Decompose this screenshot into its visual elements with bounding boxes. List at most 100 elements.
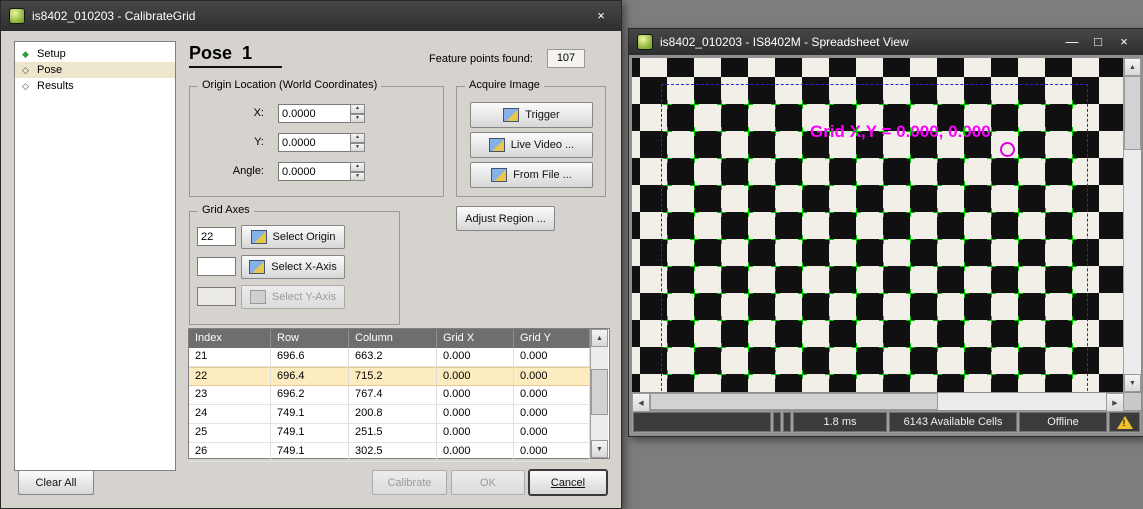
spreadsheet-titlebar[interactable]: is8402_010203 - IS8402M - Spreadsheet Vi… bbox=[629, 29, 1143, 55]
tree-item-pose[interactable]: ◇ Pose bbox=[15, 62, 175, 78]
grid-cross-marker bbox=[1068, 181, 1077, 190]
grid-cross-marker bbox=[798, 370, 807, 379]
spinner-down-icon[interactable]: ▼ bbox=[350, 172, 365, 182]
scroll-left-icon[interactable]: ◀ bbox=[632, 393, 650, 412]
grid-cross-marker bbox=[1014, 208, 1023, 217]
table-cell: 696.2 bbox=[271, 386, 349, 404]
table-row[interactable]: 24 749.1 200.8 0.000 0.000 bbox=[189, 405, 590, 424]
scroll-right-icon[interactable]: ▶ bbox=[1106, 393, 1124, 412]
grid-cross-marker bbox=[1068, 127, 1077, 136]
table-cell: 25 bbox=[189, 424, 271, 442]
grid-cross-marker bbox=[744, 181, 753, 190]
select-x-axis-icon bbox=[249, 260, 265, 274]
grid-cross-marker bbox=[1041, 208, 1050, 217]
vertical-scrollbar[interactable]: ▲ ▼ bbox=[1123, 58, 1141, 392]
from-file-button[interactable]: From File ... bbox=[470, 162, 593, 188]
grid-cross-marker bbox=[852, 100, 861, 109]
table-row[interactable]: 23 696.2 767.4 0.000 0.000 bbox=[189, 386, 590, 405]
scroll-up-icon[interactable]: ▲ bbox=[591, 329, 608, 347]
table-row[interactable]: 21 696.6 663.2 0.000 0.000 bbox=[189, 348, 590, 367]
grid-cross-marker bbox=[1041, 343, 1050, 352]
scrollbar-track[interactable] bbox=[1124, 76, 1141, 374]
button-label: Clear All bbox=[36, 477, 77, 489]
grid-cross-marker bbox=[825, 316, 834, 325]
calibrate-titlebar[interactable]: is8402_010203 - CalibrateGrid × bbox=[1, 1, 621, 31]
grid-cross-marker bbox=[879, 100, 888, 109]
grid-cross-marker bbox=[933, 370, 942, 379]
select-x-axis-button[interactable]: Select X-Axis bbox=[241, 255, 345, 279]
status-segment-time: 1.8 ms bbox=[793, 412, 887, 432]
scroll-up-icon[interactable]: ▲ bbox=[1124, 58, 1141, 76]
tree-item-setup[interactable]: ◆ Setup bbox=[15, 46, 175, 62]
grid-cross-marker bbox=[987, 154, 996, 163]
diamond-icon: ◇ bbox=[22, 62, 32, 78]
horizontal-scrollbar[interactable]: ◀ ▶ bbox=[632, 393, 1124, 410]
warning-icon bbox=[1117, 416, 1133, 429]
angle-spinner: ▲ ▼ bbox=[350, 162, 365, 181]
table-scrollbar[interactable]: ▲ ▼ bbox=[590, 329, 608, 458]
live-video-button[interactable]: Live Video ... bbox=[470, 132, 593, 158]
spinner-up-icon[interactable]: ▲ bbox=[350, 104, 365, 114]
grid-cross-marker bbox=[663, 127, 672, 136]
maximize-icon[interactable]: □ bbox=[1086, 32, 1110, 52]
spreadsheet-body: Grid X,Y = 0.000, 0.000 ▲ ▼ ◀ ▶ bbox=[629, 55, 1143, 436]
minimize-icon[interactable]: — bbox=[1060, 32, 1084, 52]
grid-cross-marker bbox=[1068, 370, 1077, 379]
scrollbar-thumb[interactable] bbox=[591, 369, 608, 415]
table-row-selected[interactable]: 22 696.4 715.2 0.000 0.000 bbox=[189, 367, 590, 386]
grid-cross-marker bbox=[798, 289, 807, 298]
close-icon[interactable]: × bbox=[1112, 32, 1136, 52]
grid-cross-marker bbox=[852, 289, 861, 298]
clear-all-button[interactable]: Clear All bbox=[18, 470, 94, 495]
cancel-button[interactable]: Cancel bbox=[529, 470, 607, 495]
table-cell: 696.6 bbox=[271, 348, 349, 366]
table-cell: 0.000 bbox=[437, 348, 514, 366]
grid-cross-marker bbox=[987, 127, 996, 136]
grid-cross-marker bbox=[1014, 127, 1023, 136]
grid-cross-marker bbox=[987, 208, 996, 217]
column-header: Grid Y bbox=[514, 329, 590, 348]
grid-cross-marker bbox=[906, 208, 915, 217]
grid-cross-marker bbox=[960, 343, 969, 352]
x-input[interactable] bbox=[278, 104, 351, 123]
grid-cross-marker bbox=[987, 181, 996, 190]
grid-cross-marker bbox=[1041, 181, 1050, 190]
spinner-up-icon[interactable]: ▲ bbox=[350, 162, 365, 172]
x-axis-index-field[interactable] bbox=[197, 257, 236, 276]
trigger-button[interactable]: Trigger bbox=[470, 102, 593, 128]
spinner-up-icon[interactable]: ▲ bbox=[350, 133, 365, 143]
tree-item-results[interactable]: ◇ Results bbox=[15, 78, 175, 94]
table-row[interactable]: 25 749.1 251.5 0.000 0.000 bbox=[189, 424, 590, 443]
grid-cross-marker bbox=[690, 235, 699, 244]
image-viewport[interactable]: Grid X,Y = 0.000, 0.000 bbox=[632, 58, 1123, 392]
y-input[interactable] bbox=[278, 133, 351, 152]
table-cell: 26 bbox=[189, 443, 271, 461]
grid-cross-marker bbox=[933, 181, 942, 190]
grid-cross-marker bbox=[960, 100, 969, 109]
scrollbar-thumb[interactable] bbox=[650, 393, 938, 410]
grid-cross-marker bbox=[798, 181, 807, 190]
spinner-down-icon[interactable]: ▼ bbox=[350, 143, 365, 153]
angle-input[interactable] bbox=[278, 162, 351, 181]
close-icon[interactable]: × bbox=[589, 6, 613, 26]
origin-index-field[interactable] bbox=[197, 227, 236, 246]
scrollbar-track[interactable] bbox=[591, 347, 608, 440]
scroll-down-icon[interactable]: ▼ bbox=[591, 440, 608, 458]
grid-cross-marker bbox=[690, 127, 699, 136]
grid-cross-marker bbox=[852, 343, 861, 352]
button-label: Trigger bbox=[525, 109, 559, 121]
table-row[interactable]: 26 749.1 302.5 0.000 0.000 bbox=[189, 443, 590, 462]
scrollbar-thumb[interactable] bbox=[1124, 76, 1141, 150]
spinner-down-icon[interactable]: ▼ bbox=[350, 114, 365, 124]
feature-points-label: Feature points found: bbox=[429, 53, 533, 65]
adjust-region-button[interactable]: Adjust Region ... bbox=[456, 206, 555, 231]
status-segment-warning[interactable] bbox=[1109, 412, 1140, 432]
grid-cross-marker bbox=[771, 100, 780, 109]
grid-cross-marker bbox=[690, 370, 699, 379]
feature-table: Index Row Column Grid X Grid Y 21 696.6 … bbox=[188, 328, 610, 459]
grid-cross-marker bbox=[933, 343, 942, 352]
scrollbar-track[interactable] bbox=[938, 393, 1106, 410]
scroll-down-icon[interactable]: ▼ bbox=[1124, 374, 1141, 392]
select-origin-button[interactable]: Select Origin bbox=[241, 225, 345, 249]
x-spinner: ▲ ▼ bbox=[350, 104, 365, 123]
